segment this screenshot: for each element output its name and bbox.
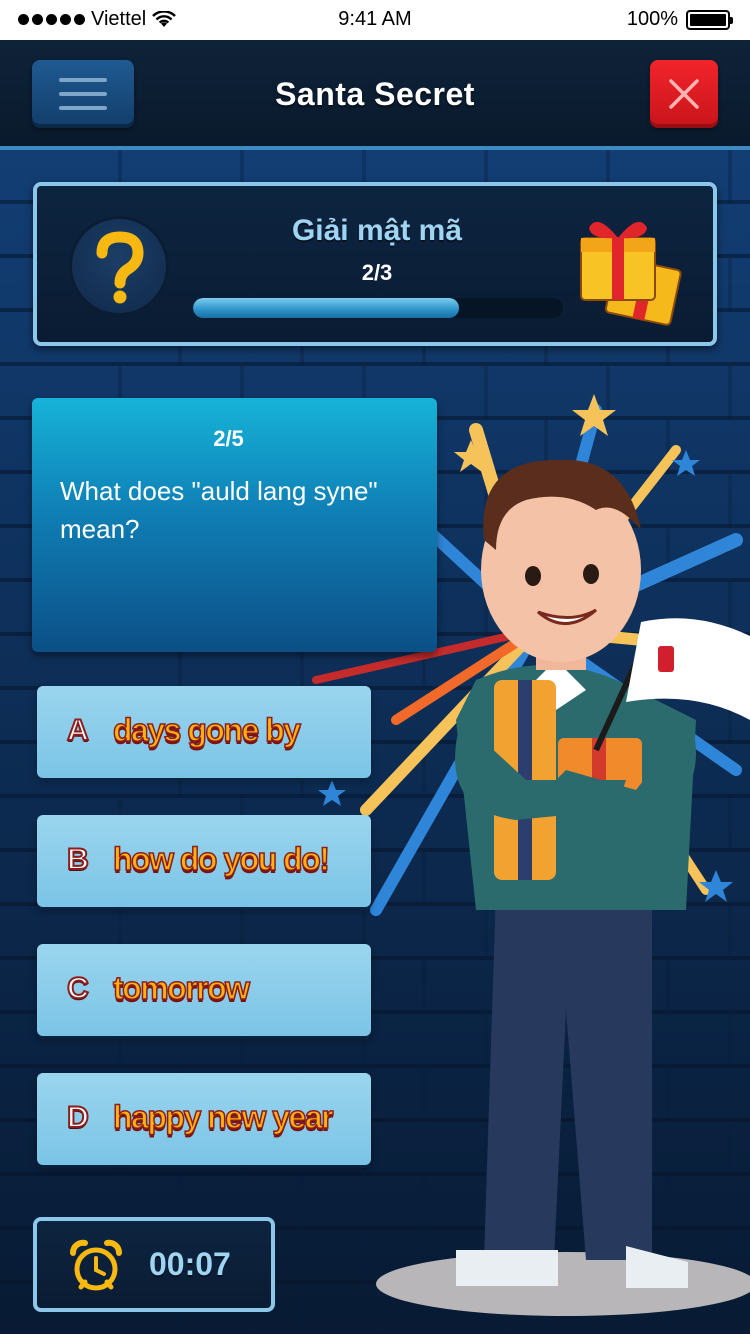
question-number: 2/5 (213, 426, 244, 451)
left-shoe (456, 1250, 558, 1286)
progress-bar (193, 298, 563, 318)
answer-text: happy new year (112, 1098, 334, 1136)
question-mark-icon (96, 231, 144, 304)
battery-percent: 100% (626, 8, 678, 30)
gift-box-icon[interactable] (577, 208, 687, 328)
timer-value: 00:07 (149, 1246, 231, 1282)
app-header: Santa Secret (0, 40, 750, 150)
battery-icon (686, 9, 733, 30)
question-card: 2/5 What does "auld lang syne" mean? (32, 398, 437, 652)
panel-progress-count: 2/3 (361, 260, 393, 285)
answer-option-d[interactable]: D happy new year (37, 1073, 371, 1165)
answer-letter: C (66, 971, 90, 1006)
ground-shadow (376, 1252, 750, 1316)
right-shoe (626, 1246, 688, 1288)
status-bar: Viettel 9:41 AM 100% (0, 0, 750, 40)
flag-logo-icon (658, 646, 674, 672)
code-progress-panel: Giải mật mã 2/3 (33, 182, 717, 346)
answer-letter: B (66, 842, 90, 877)
answer-text: tomorrow (112, 969, 251, 1007)
progress-bar-fill (193, 298, 460, 318)
answer-letter: A (66, 713, 90, 748)
answer-option-c[interactable]: C tomorrow (37, 944, 371, 1036)
answer-text: days gone by (112, 711, 301, 749)
alarm-clock-icon (70, 1239, 122, 1291)
answer-text: how do you do! (112, 840, 330, 878)
question-mark-badge (69, 216, 169, 316)
character-pants (484, 890, 652, 1260)
countdown-timer: 00:07 (33, 1217, 275, 1312)
close-icon (669, 79, 699, 109)
answer-option-b[interactable]: B how do you do! (37, 815, 371, 907)
question-text: What does "auld lang syne" mean? (60, 476, 378, 544)
page-title: Santa Secret (275, 76, 475, 112)
answer-letter: D (66, 1100, 90, 1135)
status-bar-right: 100% (626, 8, 733, 31)
panel-title: Giải mật mã (291, 214, 463, 247)
close-button[interactable] (650, 60, 718, 128)
answer-option-a[interactable]: A days gone by (37, 686, 371, 778)
